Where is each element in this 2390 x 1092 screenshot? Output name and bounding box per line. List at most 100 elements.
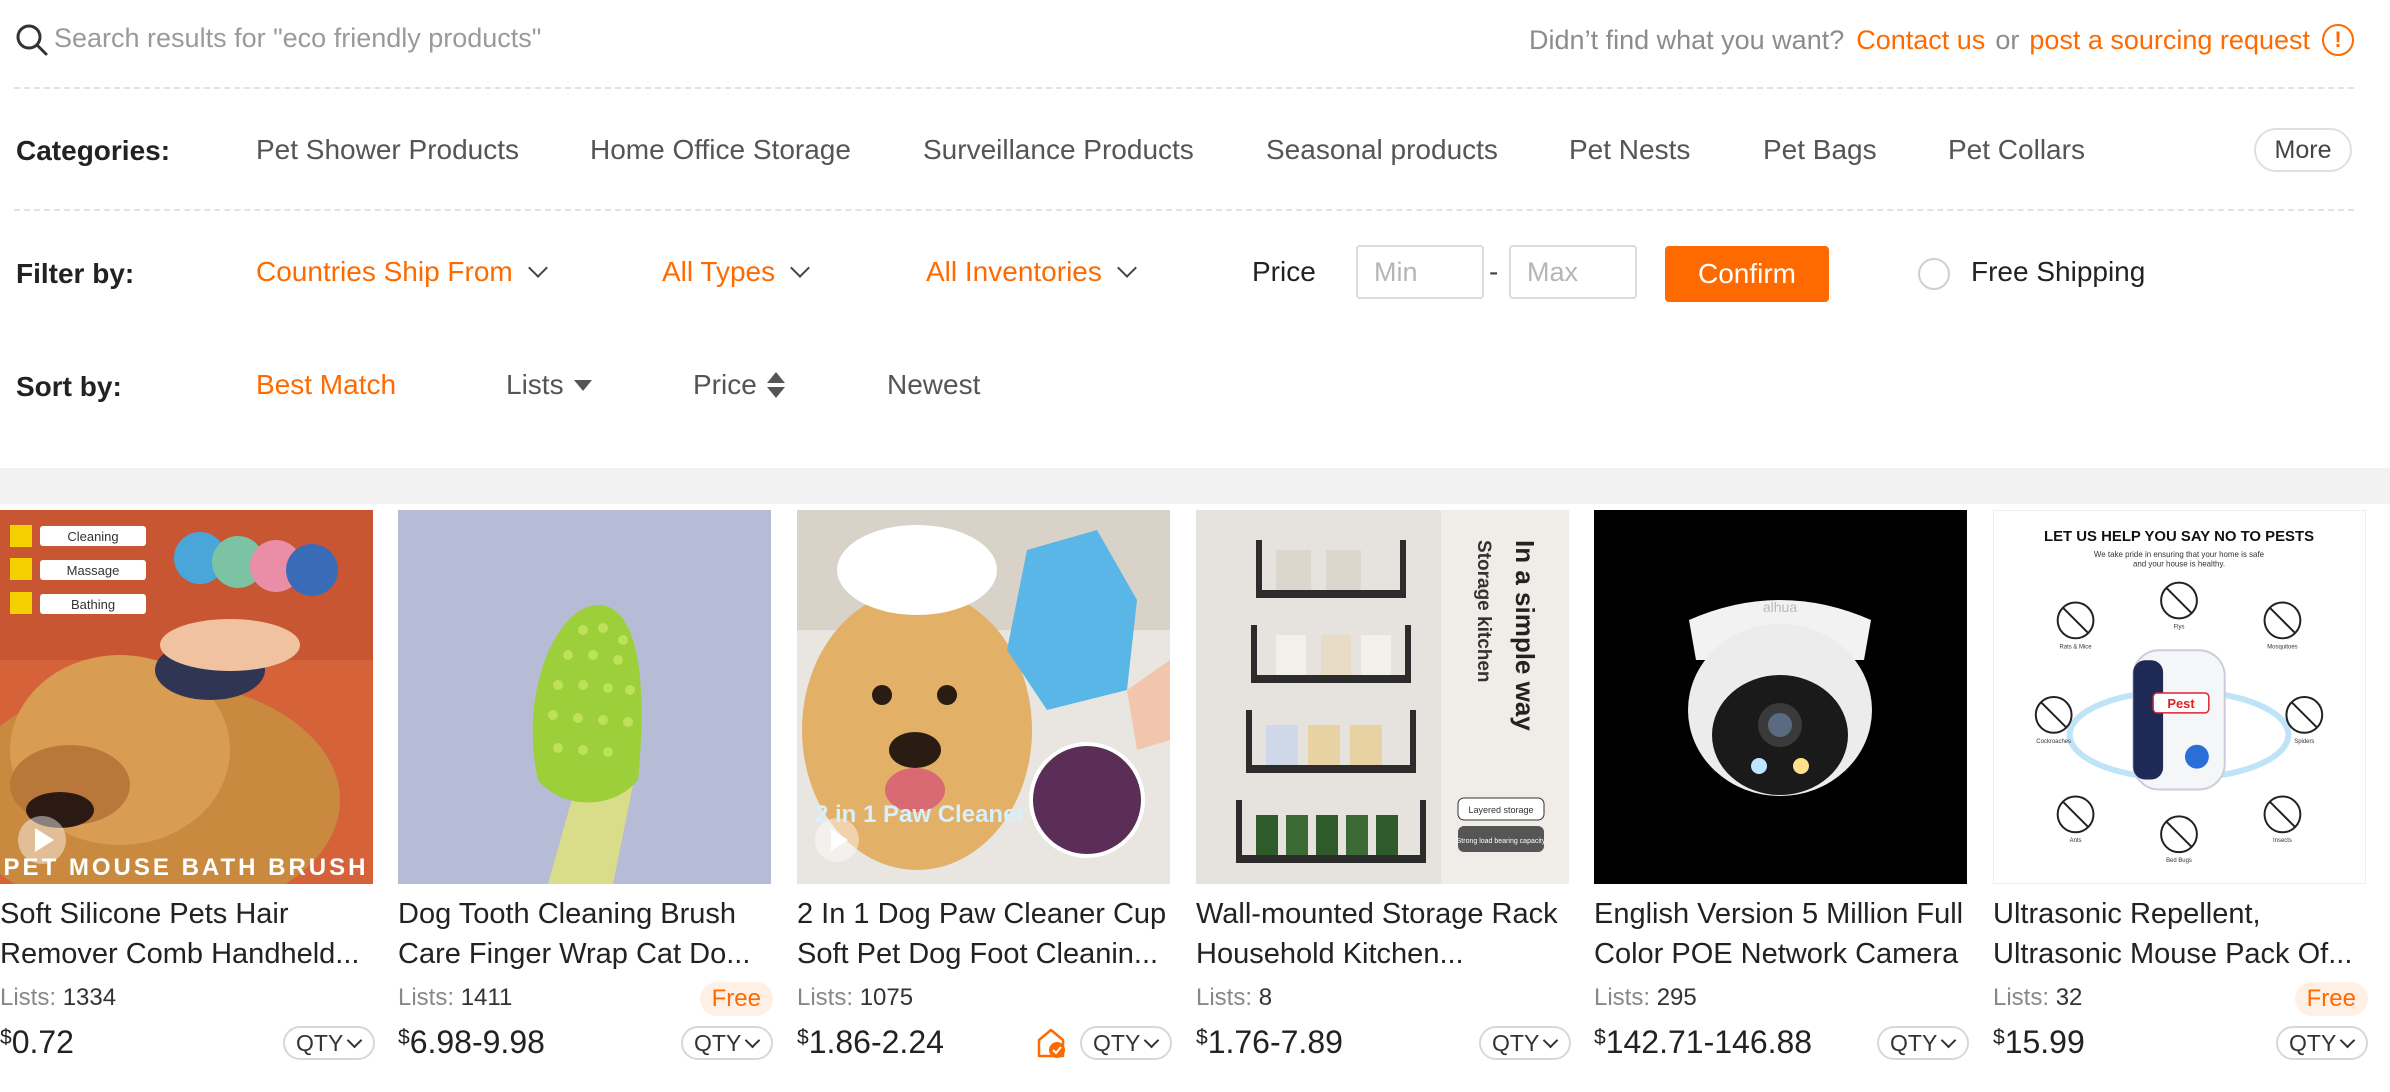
image-tag-text: Bathing: [71, 597, 115, 612]
qty-dropdown[interactable]: QTY: [681, 1026, 773, 1060]
product-card[interactable]: Cleaning Massage Bathing PET MOUSE BATH …: [0, 510, 375, 1092]
pet-brush-photo: Cleaning Massage Bathing PET MOUSE BATH …: [0, 510, 373, 884]
product-lists: Lists: 1334: [0, 984, 117, 1011]
sourcing-prompt: Didn’t find what you want?: [1529, 24, 1845, 55]
product-card[interactable]: 2 in 1 Paw Cleaner 2 In 1 Dog Paw Cleane…: [797, 510, 1172, 1092]
product-price: $6.98-9.98: [398, 1024, 545, 1060]
info-icon[interactable]: !: [2322, 24, 2354, 56]
more-categories-button[interactable]: More: [2254, 128, 2352, 172]
free-shipping-radio[interactable]: [1918, 258, 1950, 290]
product-card[interactable]: In a simple way Storage kitchen Layered …: [1196, 510, 1571, 1092]
search-input[interactable]: [54, 18, 954, 58]
product-price: $1.86-2.24: [797, 1024, 944, 1060]
pest-label: Mosquitoes: [2267, 644, 2297, 650]
qty-dropdown[interactable]: QTY: [1877, 1026, 1969, 1060]
product-title[interactable]: Soft Silicone Pets Hair Remover Comb Han…: [0, 894, 375, 974]
dropdown-label: Countries Ship From: [256, 256, 513, 287]
product-price: $0.72: [0, 1024, 74, 1060]
image-subtext: We take pride in ensuring that your home…: [2094, 550, 2265, 559]
pest-label: Cockroaches: [2036, 739, 2071, 745]
product-price: $15.99: [1993, 1024, 2085, 1060]
chevron-down-icon: [1542, 1032, 1559, 1049]
product-image[interactable]: Cleaning Massage Bathing PET MOUSE BATH …: [0, 510, 373, 884]
product-title[interactable]: Ultrasonic Repellent, Ultrasonic Mouse P…: [1993, 894, 2368, 974]
price-min-input[interactable]: [1356, 245, 1484, 299]
sourcing-help: Didn’t find what you want? Contact us or…: [1529, 20, 2354, 60]
camera-photo: alhua: [1594, 510, 1967, 884]
search-results-page: Didn’t find what you want? Contact us or…: [0, 0, 2390, 1092]
search-bar: Didn’t find what you want? Contact us or…: [0, 0, 2390, 78]
image-text: In a simple way: [1510, 540, 1540, 731]
qty-dropdown[interactable]: QTY: [283, 1026, 375, 1060]
category-surveillance-products[interactable]: Surveillance Products: [923, 134, 1194, 166]
chevron-down-icon: [2339, 1032, 2356, 1049]
product-image[interactable]: LET US HELP YOU SAY NO TO PESTS We take …: [1993, 510, 2366, 884]
chevron-down-icon: [1116, 258, 1137, 278]
product-title[interactable]: Wall-mounted Storage Rack Household Kitc…: [1196, 894, 1571, 974]
sort-newest[interactable]: Newest: [887, 369, 980, 401]
category-pet-shower-products[interactable]: Pet Shower Products: [256, 134, 519, 166]
chevron-down-icon: [1940, 1032, 1957, 1049]
image-text: Storage kitchen: [1473, 540, 1494, 683]
product-lists: Lists: 1075: [797, 984, 914, 1011]
pest-label: Insects: [2273, 838, 2292, 844]
price-max-input[interactable]: [1509, 245, 1637, 299]
category-pet-nests[interactable]: Pet Nests: [1569, 134, 1690, 166]
sort-lists[interactable]: Lists: [506, 369, 592, 401]
contact-us-link[interactable]: Contact us: [1856, 25, 1985, 56]
product-title[interactable]: English Version 5 Million Full Color POE…: [1594, 894, 1969, 974]
image-label: Layered storage: [1468, 805, 1533, 815]
product-image[interactable]: alhua: [1594, 510, 1967, 884]
product-image[interactable]: In a simple way Storage kitchen Layered …: [1196, 510, 1569, 884]
product-lists: Lists: 1411: [398, 984, 513, 1011]
product-image[interactable]: 2 in 1 Paw Cleaner: [797, 510, 1170, 884]
image-overlay-text: PET MOUSE BATH BRUSH: [4, 854, 369, 881]
image-heading: LET US HELP YOU SAY NO TO PESTS: [2044, 529, 2314, 545]
chevron-down-icon: [1143, 1032, 1160, 1049]
free-shipping-label[interactable]: Free Shipping: [1971, 256, 2145, 288]
section-separator: [0, 468, 2390, 504]
product-title[interactable]: 2 In 1 Dog Paw Cleaner Cup Soft Pet Dog …: [797, 894, 1172, 974]
sort-option-label: Best Match: [256, 369, 397, 400]
chevron-down-icon: [346, 1032, 363, 1049]
paw-cleaner-photo: 2 in 1 Paw Cleaner: [797, 510, 1170, 884]
pest-repeller-photo: LET US HELP YOU SAY NO TO PESTS We take …: [1994, 511, 2365, 883]
chevron-down-icon: [790, 258, 810, 278]
divider: [14, 87, 2354, 89]
sort-option-label: Newest: [887, 369, 981, 400]
qty-dropdown[interactable]: QTY: [1479, 1026, 1571, 1060]
sort-label: Sort by:: [16, 371, 122, 402]
category-home-office-storage[interactable]: Home Office Storage: [590, 134, 851, 166]
all-types-dropdown[interactable]: All Types: [662, 256, 810, 288]
product-card[interactable]: LET US HELP YOU SAY NO TO PESTS We take …: [1993, 510, 2368, 1092]
pest-label: Bed Bugs: [2166, 858, 2192, 864]
product-card[interactable]: alhua English Version 5 Million Full Col…: [1594, 510, 1969, 1092]
chevron-down-icon: [527, 258, 548, 278]
product-title[interactable]: Dog Tooth Cleaning Brush Care Finger Wra…: [398, 894, 773, 974]
filter-label: Filter by:: [16, 258, 135, 289]
confirm-price-button[interactable]: Confirm: [1665, 246, 1829, 302]
image-brand-text: alhua: [1763, 599, 1797, 615]
qty-dropdown[interactable]: QTY: [1080, 1026, 1172, 1060]
caret-down-icon: [573, 379, 592, 391]
sort-best-match[interactable]: Best Match: [256, 369, 396, 401]
sourcing-request-link[interactable]: post a sourcing request: [2029, 25, 2310, 56]
free-shipping-badge: Free: [699, 982, 773, 1016]
category-pet-bags[interactable]: Pet Bags: [1763, 134, 1877, 166]
sort-option-label: Price: [693, 369, 757, 400]
price-filter-label: Price: [1252, 256, 1316, 287]
category-pet-collars[interactable]: Pet Collars: [1948, 134, 2085, 166]
divider: [14, 209, 2354, 211]
sort-option-label: Lists: [506, 369, 564, 400]
qty-dropdown[interactable]: QTY: [2276, 1026, 2368, 1060]
sort-price[interactable]: Price: [693, 369, 785, 401]
product-price: $142.71-146.88: [1594, 1024, 1813, 1060]
countries-ship-from-dropdown[interactable]: Countries Ship From: [256, 256, 548, 288]
category-seasonal-products[interactable]: Seasonal products: [1266, 134, 1498, 166]
product-image[interactable]: [398, 510, 771, 884]
search-icon[interactable]: [14, 22, 50, 58]
chevron-down-icon: [744, 1032, 761, 1049]
product-card[interactable]: Dog Tooth Cleaning Brush Care Finger Wra…: [398, 510, 773, 1092]
product-lists: Lists: 8: [1196, 984, 1273, 1011]
all-inventories-dropdown[interactable]: All Inventories: [926, 256, 1137, 288]
